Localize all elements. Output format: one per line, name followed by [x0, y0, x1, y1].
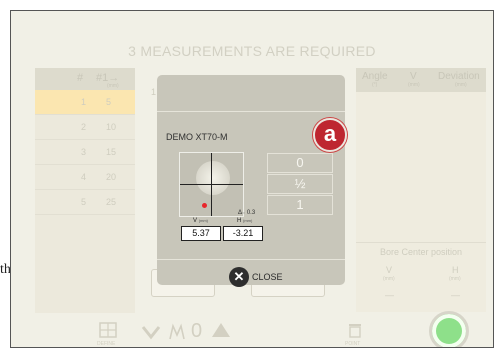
header-v: V: [410, 71, 417, 82]
close-label: CLOSE: [252, 272, 283, 282]
modal-header: [157, 75, 345, 112]
v-label-text: V: [193, 218, 198, 224]
h-value: -3.21: [223, 226, 263, 241]
h-label-text: H: [237, 218, 242, 224]
scale-option[interactable]: ½: [267, 174, 333, 194]
table-row[interactable]: 1 5: [35, 90, 135, 115]
measure-points-icon: [169, 323, 185, 340]
row-distance: 15: [106, 147, 117, 157]
table-header: # #1→ (mm): [35, 68, 135, 90]
h-unit: (mm): [243, 218, 253, 223]
bore-center-title: Bore Center position: [379, 247, 463, 257]
page-title: 3 MEASUREMENTS ARE REQUIRED: [128, 43, 376, 59]
row-number: 4: [81, 172, 87, 182]
grid-icon: [99, 322, 117, 338]
table-row[interactable]: 2 10: [35, 115, 135, 140]
scale-selector: 0 ½ 1: [267, 153, 333, 216]
chevron-up-icon[interactable]: [211, 322, 231, 338]
laser-dot: [202, 203, 207, 208]
header-number: #: [77, 72, 84, 84]
scale-option[interactable]: 0: [267, 153, 333, 173]
target-glow: [196, 161, 230, 195]
header-unit: (mm): [107, 83, 119, 89]
v-label: V (mm): [193, 218, 208, 224]
row-distance: 25: [106, 197, 117, 207]
bore-v-unit: (mm): [383, 276, 395, 282]
bore-h-label: H: [452, 265, 459, 275]
crosshair-vertical: [211, 153, 212, 216]
row-number: 2: [81, 122, 87, 132]
define-label: DEFINE: [97, 341, 116, 347]
bore-v-label: V: [386, 265, 393, 275]
device-name: DEMO XT70-M: [166, 132, 228, 142]
h-label: H (mm): [237, 218, 252, 224]
measurement-table: # #1→ (mm) 1 5 2 10 3 15 4 20 5 25: [35, 68, 135, 313]
close-icon: ✕: [229, 267, 249, 287]
row-number: 3: [81, 147, 87, 157]
header-deviation: Deviation: [438, 71, 480, 82]
close-button[interactable]: ✕ CLOSE: [229, 266, 283, 288]
modal-divider: [157, 259, 345, 260]
bore-h-unit: (mm): [449, 276, 461, 282]
row-number: 1: [81, 97, 87, 107]
measure-button[interactable]: [429, 311, 469, 347]
v-unit: (mm): [198, 218, 209, 223]
row-distance: 5: [106, 97, 112, 107]
target-display: [179, 152, 244, 217]
point-label: POINT: [345, 341, 361, 347]
annotation-badge: a: [313, 118, 347, 152]
sensor-modal: DEMO XT70-M a Δ₋ 0.3 0 ½ 1 V (mm) H (mm)…: [157, 75, 347, 288]
row-distance: 20: [106, 172, 117, 182]
tolerance-label: Δ₋ 0.3: [238, 210, 256, 216]
scale-option[interactable]: 1: [267, 195, 333, 215]
bore-v-value: —: [385, 290, 394, 300]
unit-deviation: (mm): [455, 82, 467, 88]
unit-angle: (°): [372, 82, 378, 88]
table-row[interactable]: 5 25: [35, 190, 135, 215]
chevron-down-icon[interactable]: [141, 324, 161, 340]
table-row[interactable]: 4 20: [35, 165, 135, 190]
point-counter: 0: [191, 320, 203, 342]
table-row[interactable]: 3 15: [35, 140, 135, 165]
bore-center-panel: Bore Center position V H (mm) (mm) — —: [356, 242, 486, 313]
app-window: 3 MEASUREMENTS ARE REQUIRED # #1→ (mm) 1…: [10, 10, 494, 348]
v-value: 5.37: [181, 226, 221, 241]
trash-icon: [349, 324, 361, 338]
column-label: 1: [151, 87, 157, 97]
header-angle: Angle: [362, 71, 388, 82]
row-distance: 10: [106, 122, 117, 132]
row-number: 5: [81, 197, 87, 207]
unit-v: (mm): [408, 82, 420, 88]
results-table-header: Angle V Deviation (°) (mm) (mm): [356, 68, 486, 92]
bore-h-value: —: [451, 290, 460, 300]
